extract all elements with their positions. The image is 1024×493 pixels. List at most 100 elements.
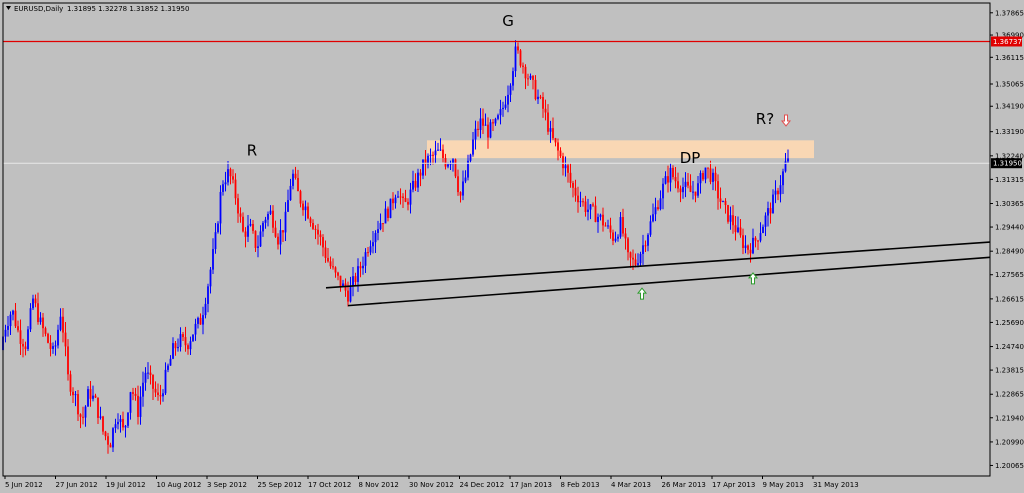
- candle-body: [69, 374, 72, 392]
- candle-body: [662, 183, 664, 199]
- candle-body: [677, 181, 679, 189]
- candle-body: [602, 214, 604, 226]
- candle-body: [512, 71, 514, 86]
- candle-body: [307, 206, 309, 219]
- candle-body: [87, 389, 89, 407]
- x-tick-label: 19 Jul 2012: [106, 481, 146, 489]
- candle-body: [62, 316, 64, 333]
- candle-body: [509, 85, 512, 95]
- candle-body: [142, 382, 144, 397]
- candle-body: [449, 163, 452, 165]
- candle-body: [702, 173, 704, 180]
- candle-body: [632, 257, 634, 260]
- resistance-zone-layer: [427, 140, 814, 159]
- candle-body: [47, 333, 49, 343]
- y-tick-label: 1.23815: [995, 367, 1024, 375]
- candle-body: [359, 266, 362, 269]
- candle-body: [212, 249, 214, 270]
- candle-body: [74, 394, 77, 396]
- candle-body: [639, 253, 642, 264]
- candle-body: [282, 230, 284, 233]
- candle-body: [284, 211, 287, 233]
- candle-body: [372, 242, 374, 247]
- candle-body: [139, 396, 142, 417]
- candle-body: [102, 416, 104, 432]
- x-tick-label: 9 May 2013: [763, 481, 804, 489]
- y-tick-label: 1.25690: [995, 319, 1024, 327]
- candle-body: [582, 201, 584, 203]
- candle-body: [172, 343, 174, 359]
- candle-body: [269, 210, 272, 214]
- candle-body: [319, 234, 322, 238]
- candle-body: [229, 169, 232, 177]
- candle-body: [542, 97, 544, 109]
- candle-body: [369, 246, 372, 253]
- candle-body: [729, 215, 732, 222]
- candle-body: [604, 225, 607, 227]
- x-tick-label: 4 Mar 2013: [611, 481, 651, 489]
- candle-body: [644, 245, 647, 247]
- candle-body: [247, 225, 249, 237]
- price-chart[interactable]: GR DPR? 1.378651.369901.361151.350651.341…: [0, 0, 1024, 493]
- candle-body: [52, 346, 54, 349]
- bull-candle: [389, 198, 392, 219]
- bear-candle: [47, 332, 49, 344]
- candle-body: [714, 172, 717, 182]
- candle-body: [44, 328, 47, 334]
- candle-body: [619, 217, 622, 237]
- candle-body: [117, 421, 119, 425]
- candle-body: [14, 310, 17, 327]
- x-tick-label: 10 Aug 2012: [157, 481, 202, 489]
- candle-body: [199, 317, 202, 325]
- candle-body: [597, 216, 599, 223]
- x-tick-label: 30 Nov 2012: [409, 481, 454, 489]
- candle-body: [132, 392, 134, 394]
- candle-body: [617, 236, 619, 239]
- candle-body: [179, 334, 182, 347]
- candle-body: [289, 185, 292, 201]
- candle-body: [114, 424, 117, 429]
- candle-body: [422, 159, 424, 176]
- candle-body: [234, 179, 237, 199]
- x-tick-label: 8 Feb 2013: [561, 481, 600, 489]
- candle-body: [749, 249, 752, 254]
- candle-body: [104, 431, 107, 437]
- candle-body: [262, 222, 264, 232]
- candle-body: [499, 109, 502, 116]
- candle-body: [642, 245, 644, 254]
- candle-body: [557, 142, 559, 151]
- candle-body: [514, 46, 517, 72]
- candle-body: [657, 207, 659, 210]
- candle-body: [109, 444, 112, 448]
- candle-body: [627, 238, 629, 253]
- candle-body: [274, 227, 277, 237]
- candle-body: [332, 266, 334, 268]
- y-tick-label: 1.20990: [995, 438, 1024, 446]
- candle-body: [399, 196, 402, 198]
- candle-body: [404, 197, 407, 202]
- candle-body: [264, 219, 267, 223]
- candle-body: [304, 206, 307, 211]
- candle-body: [679, 188, 682, 193]
- candle-body: [757, 240, 759, 242]
- candle-body: [722, 200, 724, 202]
- candle-body: [122, 418, 124, 428]
- y-tick-label: 1.37865: [995, 9, 1024, 17]
- candle-body: [769, 208, 772, 214]
- candle-body: [159, 394, 162, 397]
- candle-body: [574, 187, 577, 196]
- candle-body: [214, 232, 217, 250]
- candle-body: [477, 128, 479, 131]
- candle-body: [517, 46, 519, 51]
- bull-candle: [27, 326, 29, 352]
- candle-body: [82, 416, 84, 418]
- candle-body: [504, 104, 507, 108]
- candle-body: [669, 167, 672, 183]
- candle-body: [302, 203, 304, 211]
- candle-body: [519, 50, 522, 66]
- candle-body: [127, 412, 129, 426]
- candle-body: [217, 223, 219, 233]
- y-tick-label: 1.22865: [995, 391, 1024, 399]
- candle-body: [374, 232, 377, 243]
- candle-body: [207, 286, 209, 304]
